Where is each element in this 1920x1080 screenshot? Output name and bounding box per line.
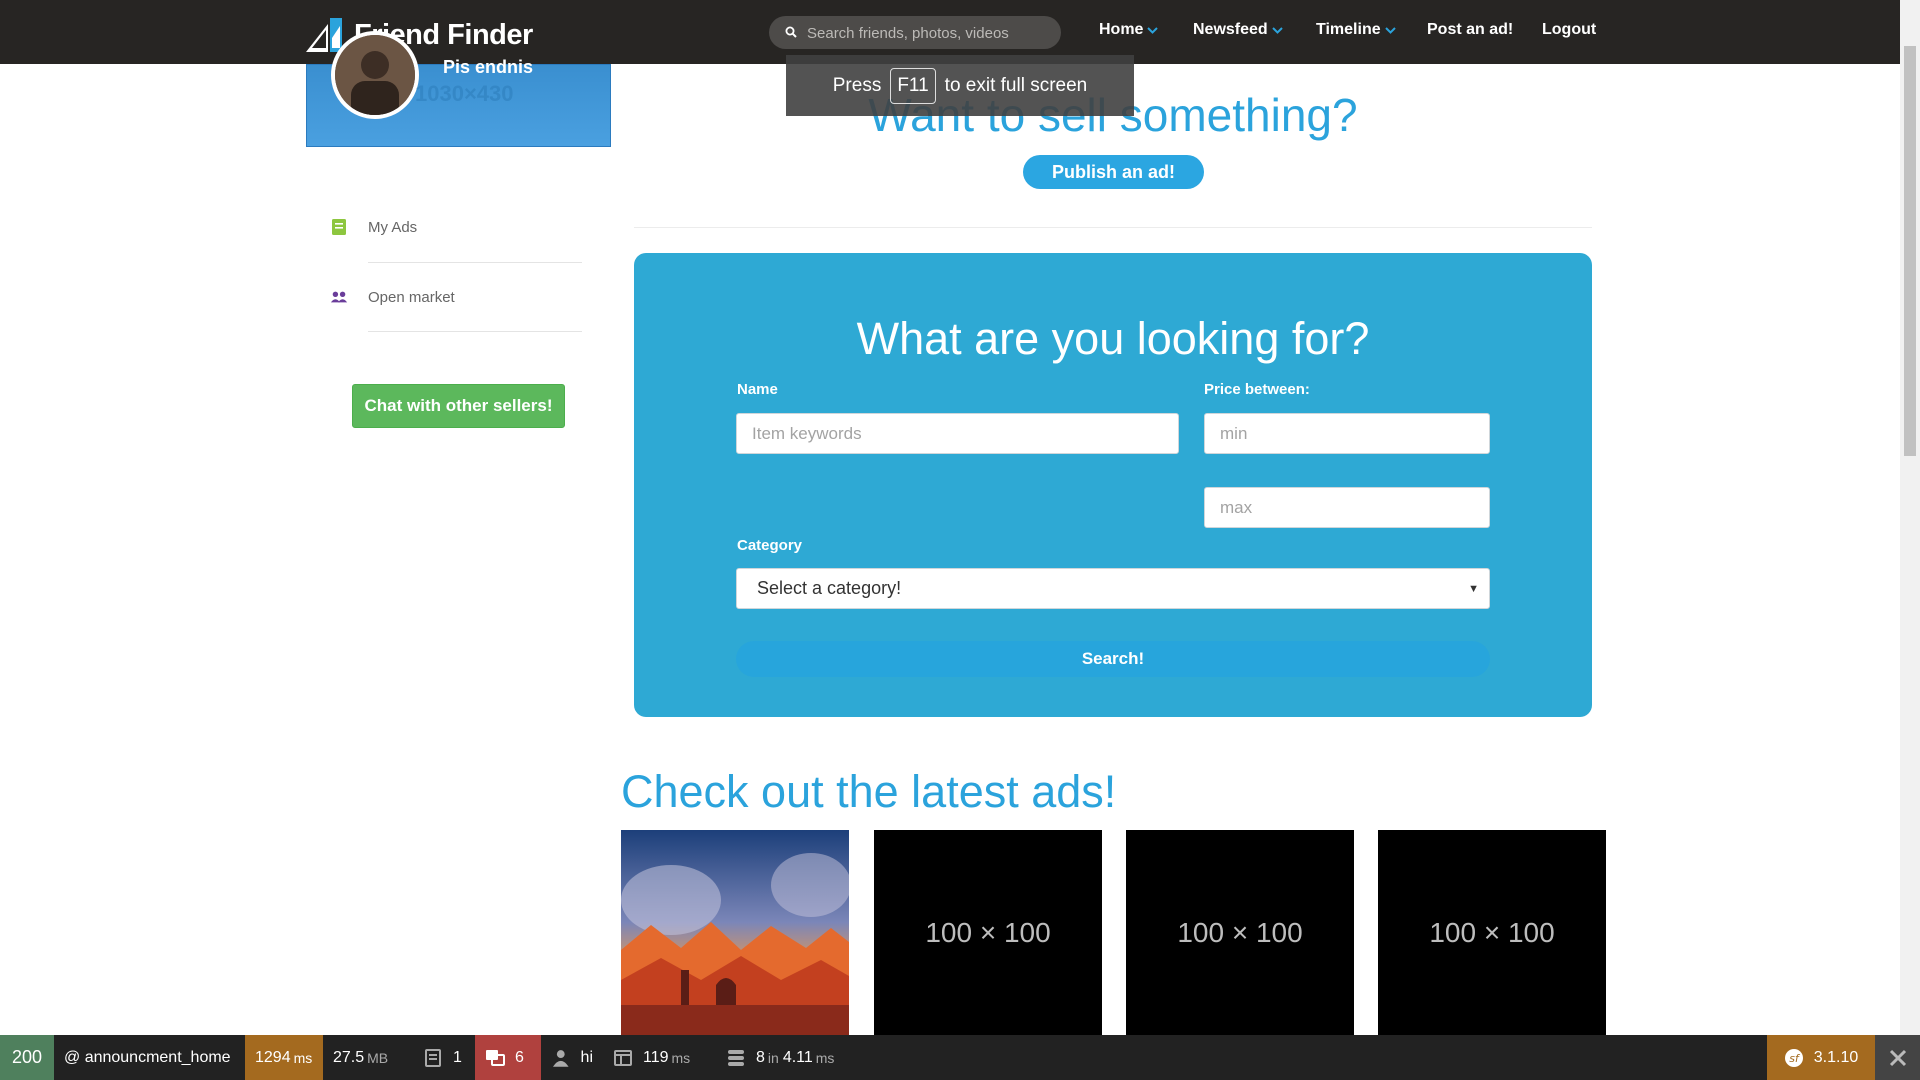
name-input[interactable] [736, 413, 1179, 454]
close-icon [1889, 1049, 1906, 1066]
status-code-value: 200 [11, 1047, 43, 1067]
fullscreen-tooltip: Press F11 to exit full screen [786, 55, 1134, 116]
symfony-version-panel[interactable]: sf 3.1.10 [1767, 1035, 1875, 1080]
nav-timeline-label: Timeline [1316, 21, 1381, 38]
database-panel[interactable]: 8 in 4.11 ms [716, 1035, 846, 1080]
users-icon [330, 291, 348, 303]
twig-time-unit: ms [671, 1049, 691, 1066]
search-bar[interactable] [769, 16, 1061, 51]
fullscreen-tip-key: F11 [890, 67, 936, 104]
profile-card: Pis endnis 1030×430 [306, 31, 611, 147]
avatar-image [335, 35, 415, 115]
ad-placeholder-label: 100 × 100 [1429, 916, 1555, 948]
ad-thumbnail[interactable]: 100 × 100 [1126, 830, 1354, 1035]
search-button[interactable]: Search! [736, 641, 1490, 677]
avatar[interactable] [331, 31, 419, 119]
scrollbar-thumb[interactable] [1904, 46, 1916, 456]
time-panel[interactable]: 1294 ms [245, 1035, 323, 1080]
ad-landscape-image [621, 830, 849, 1035]
nav-home-label: Home [1099, 21, 1144, 38]
user-name: hi [580, 1048, 593, 1066]
search-panel-title: What are you looking for? [856, 313, 1370, 364]
fullscreen-tip-press: Press [832, 74, 882, 96]
user-panel[interactable]: hi [541, 1035, 603, 1080]
chevron-down-icon [1384, 26, 1396, 34]
divider [368, 331, 582, 332]
symfony-version: 3.1.10 [1813, 1048, 1859, 1066]
price-label: Price between: [1204, 381, 1310, 398]
ad-placeholder-label: 100 × 100 [1177, 916, 1303, 948]
price-min-input[interactable] [1204, 413, 1490, 454]
search-input[interactable] [805, 16, 1049, 51]
db-query-count: 8 [756, 1048, 765, 1066]
translations-count: 6 [515, 1048, 524, 1066]
twig-time: 119 [643, 1048, 669, 1066]
sidebar-item-open-market[interactable]: Open market [330, 288, 455, 306]
search-panel: What are you looking for? Name Price bet… [634, 253, 1592, 717]
memory-value: 27.5 [333, 1048, 365, 1066]
fullscreen-tip-text: to exit full screen [944, 74, 1088, 96]
publish-ad-button[interactable]: Publish an ad! [1023, 155, 1204, 189]
symfony-logo-icon: sf [1784, 1048, 1803, 1067]
route-panel[interactable]: @ announcment_home [54, 1035, 245, 1080]
route-name: @ announcment_home [64, 1048, 231, 1066]
category-select[interactable]: Select a category! ▼ [736, 568, 1490, 609]
nav-logout[interactable]: Logout [1542, 21, 1596, 39]
name-label: Name [737, 381, 778, 398]
category-selected-value: Select a category! [757, 578, 902, 598]
nav-logout-label: Logout [1542, 21, 1597, 38]
request-time: 1294 [255, 1048, 291, 1066]
vertical-scrollbar[interactable] [1900, 0, 1920, 1035]
sidebar-item-label: My Ads [368, 218, 418, 236]
latest-ads-heading: Check out the latest ads! [621, 766, 1117, 817]
sidebar-item-label: Open market [368, 288, 455, 306]
request-time-unit: ms [293, 1049, 313, 1066]
translation-icon [486, 1049, 505, 1066]
notebook-icon [332, 219, 346, 235]
ad-thumbnail[interactable]: 100 × 100 [1378, 830, 1606, 1035]
divider [368, 262, 582, 263]
close-toolbar-button[interactable] [1875, 1035, 1920, 1080]
ad-thumbnail[interactable]: 100 × 100 [874, 830, 1102, 1035]
chat-with-sellers-button[interactable]: Chat with other sellers! [352, 384, 565, 428]
category-label: Category [737, 537, 803, 554]
document-icon [425, 1048, 441, 1067]
profile-name[interactable]: Pis endnis [443, 57, 533, 78]
user-icon [552, 1049, 569, 1067]
template-icon [614, 1049, 632, 1066]
memory-panel[interactable]: 27.5 MB [323, 1035, 413, 1080]
logs-panel[interactable]: 1 [413, 1035, 475, 1080]
nav-post-ad[interactable]: Post an ad! [1427, 21, 1513, 39]
chevron-down-icon [1271, 26, 1283, 34]
divider [634, 227, 1592, 228]
nav-newsfeed-label: Newsfeed [1193, 21, 1268, 38]
price-max-input[interactable] [1204, 487, 1490, 528]
ad-thumbnail[interactable] [621, 830, 849, 1035]
cover-placeholder-text: 1030×430 [415, 81, 514, 106]
twig-panel[interactable]: 119 ms [603, 1035, 716, 1080]
chevron-down-icon [1147, 26, 1159, 34]
search-icon [785, 26, 797, 38]
db-time-unit: ms [815, 1049, 835, 1066]
debug-toolbar: 200 @ announcment_home 1294 ms 27.5 MB 1… [0, 1035, 1920, 1080]
ad-placeholder-label: 100 × 100 [925, 916, 1051, 948]
db-time: 4.11 [782, 1048, 813, 1066]
translations-panel[interactable]: 6 [475, 1035, 541, 1080]
database-icon [728, 1049, 744, 1066]
memory-unit: MB [367, 1049, 389, 1066]
dropdown-arrow-icon: ▼ [1468, 583, 1479, 595]
logs-count: 1 [453, 1048, 462, 1066]
nav-post-ad-label: Post an ad! [1427, 21, 1514, 38]
status-code[interactable]: 200 [0, 1035, 54, 1080]
nav-newsfeed[interactable]: Newsfeed [1193, 21, 1283, 39]
nav-timeline[interactable]: Timeline [1316, 21, 1396, 39]
sidebar-item-my-ads[interactable]: My Ads [330, 218, 417, 236]
nav-home[interactable]: Home [1099, 21, 1159, 39]
db-in: in [767, 1049, 779, 1066]
